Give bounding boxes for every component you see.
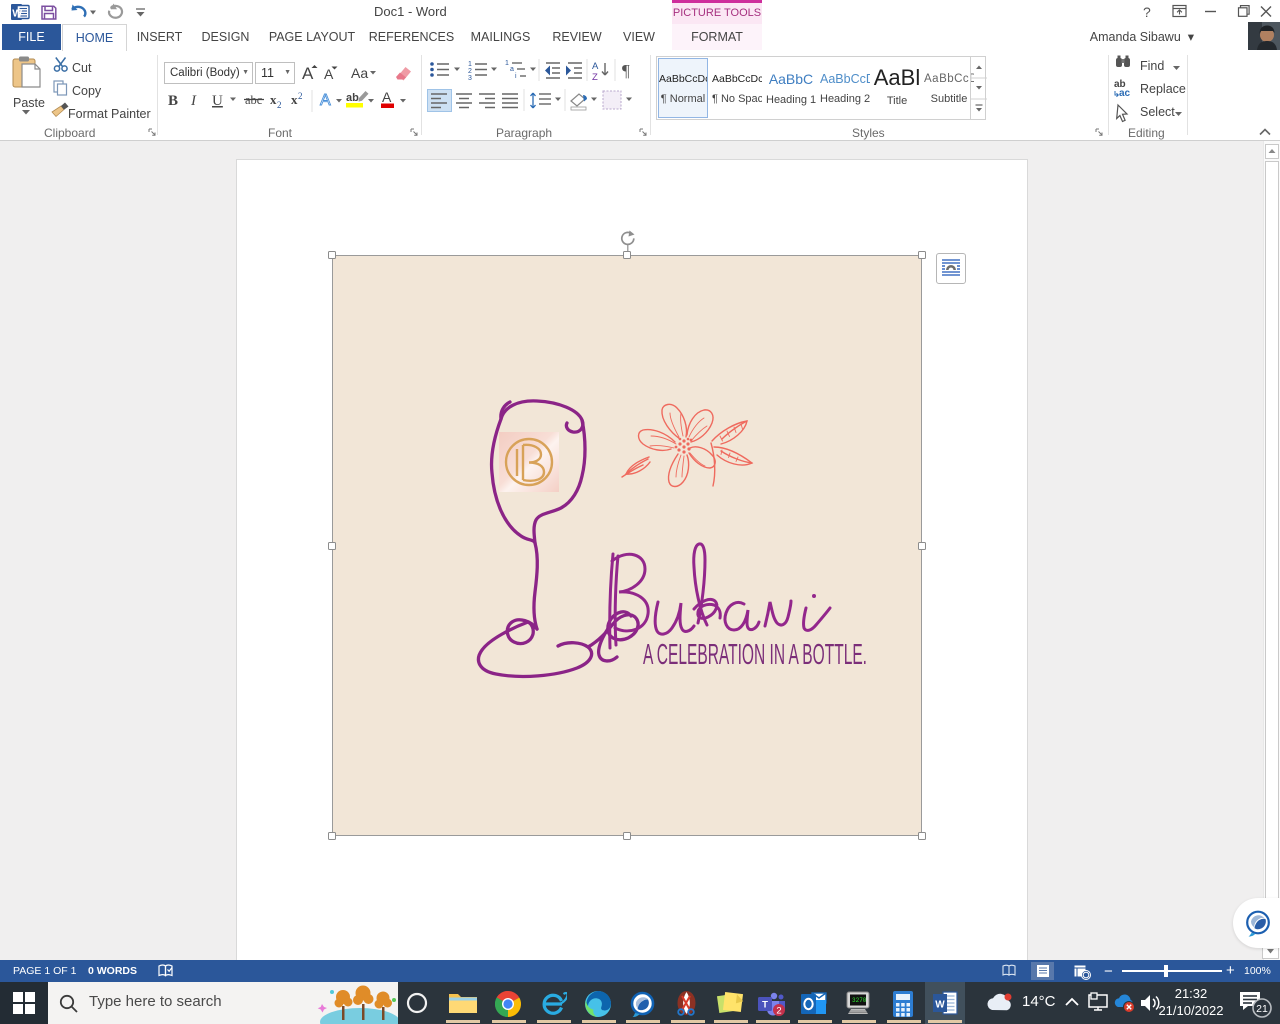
svg-text:¶: ¶ [622,61,630,80]
svg-text:x: x [291,92,298,107]
svg-text:2: 2 [277,100,282,110]
svg-text:B: B [168,93,178,109]
svg-text:a: a [510,66,514,73]
svg-text:21: 21 [1256,1003,1268,1015]
svg-text:U: U [212,93,223,109]
svg-text:A: A [320,92,331,109]
svg-text:?: ? [1143,4,1151,20]
svg-text:A: A [324,66,334,82]
svg-text:1: 1 [468,61,472,68]
svg-text:W: W [12,7,22,19]
svg-text:x: x [270,92,277,107]
svg-text:A: A [382,89,392,105]
svg-text:A: A [302,64,314,83]
svg-text:W: W [935,1000,945,1011]
svg-text:i: i [515,73,517,80]
svg-text:2: 2 [298,91,303,101]
svg-text:ab: ab [346,92,359,104]
svg-text:3: 3 [468,75,472,82]
svg-text:1: 1 [505,60,509,67]
svg-text:Z: Z [592,72,598,83]
svg-text:3270: 3270 [852,997,867,1004]
svg-text:A: A [592,61,599,72]
svg-text:2: 2 [776,1006,781,1017]
svg-text:2: 2 [468,68,472,75]
svg-text:Aa: Aa [351,65,368,81]
svg-text:I: I [190,93,197,109]
svg-text:ac: ac [1119,88,1131,99]
svg-text:T: T [762,1000,768,1011]
